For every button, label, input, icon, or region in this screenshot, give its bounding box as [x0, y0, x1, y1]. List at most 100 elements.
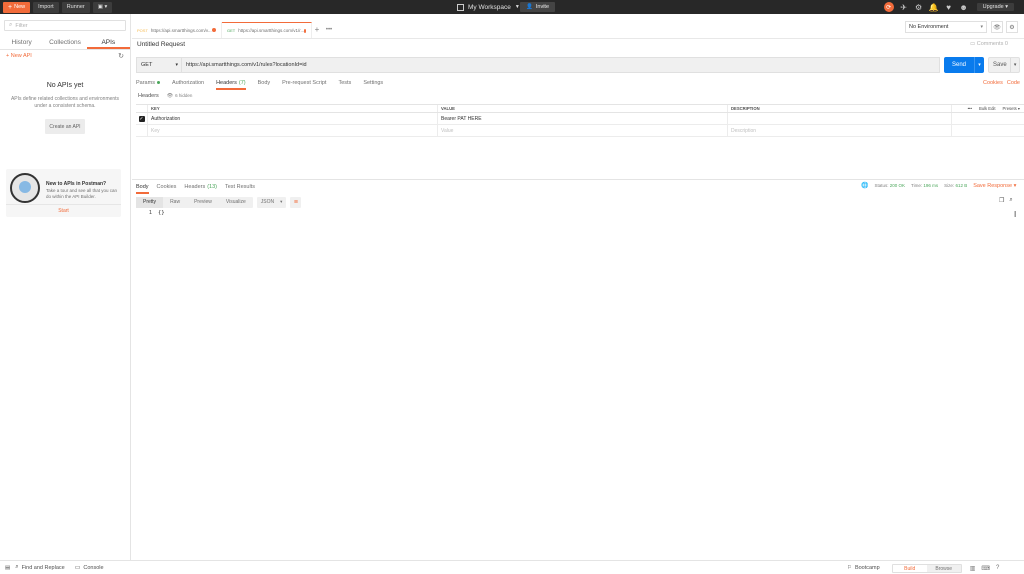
view-raw[interactable]: Raw [163, 197, 187, 208]
environment-select[interactable]: No Environment ▾ [905, 21, 987, 33]
console-button[interactable]: ▭ Console [74, 564, 104, 572]
text-cursor-icon: I [1014, 210, 1017, 219]
headers-table: KEY VALUE DESCRIPTION ••• Bulk Edit Pres… [136, 104, 1024, 137]
runner-button[interactable]: Runner [61, 1, 90, 13]
globe-icon[interactable]: 🌐 [861, 182, 868, 189]
description-cell[interactable] [728, 113, 952, 124]
more-tabs-icon[interactable]: ••• [322, 22, 336, 38]
avatar-icon[interactable]: ☻ [959, 2, 969, 12]
tab-collections[interactable]: Collections [43, 37, 86, 49]
chevron-down-icon[interactable]: ▾ [1010, 58, 1019, 72]
find-replace-button[interactable]: ⌕ Find and Replace [15, 564, 65, 571]
promo-start-link[interactable]: Start [6, 204, 121, 214]
tab-apis[interactable]: APIs [86, 37, 130, 49]
key-cell[interactable]: Authorization [148, 113, 438, 124]
bulk-edit-link[interactable]: Bulk Edit [979, 106, 996, 111]
value-input[interactable]: Value [438, 125, 728, 136]
bootcamp-button[interactable]: ⚐ Bootcamp [847, 565, 880, 571]
settings-icon[interactable]: ⚙ [914, 2, 924, 12]
save-button[interactable]: Save ▾ [988, 57, 1020, 73]
url-input[interactable]: https://api.smartthings.com/v1/rules?loc… [182, 57, 940, 73]
gear-icon[interactable]: ⚙ [1006, 21, 1018, 33]
view-mode-group: Pretty Raw Preview Visualize [136, 196, 253, 208]
build-mode-button[interactable]: Build [892, 564, 927, 572]
row-checkbox[interactable]: ✓ [136, 113, 148, 124]
bell-icon[interactable]: 🔔 [929, 2, 939, 12]
value-cell[interactable]: Bearer PAT HERE [438, 113, 728, 124]
copy-icon[interactable]: ❐ [999, 197, 1004, 204]
tab-response-headers[interactable]: Headers (13) [184, 182, 217, 194]
new-button[interactable]: + New [3, 1, 31, 13]
create-api-button[interactable]: Create an API [45, 119, 85, 134]
code-link[interactable]: Code [1007, 80, 1020, 86]
filter-input[interactable]: ⌕ Filter [4, 20, 126, 31]
presets-dropdown[interactable]: Presets ▾ [1003, 106, 1020, 111]
tab-url: https://api.smartthings.com/v1/r... [238, 28, 305, 33]
view-pretty[interactable]: Pretty [136, 196, 164, 208]
tab-method: POST [137, 27, 148, 33]
new-window-button[interactable]: ▣ ▾ [92, 1, 113, 13]
hidden-headers-toggle[interactable]: 👁 6 hidden [167, 93, 193, 99]
checkmark-icon: ✓ [138, 115, 145, 122]
tab-response-cookies[interactable]: Cookies [157, 182, 177, 194]
workspace-switcher[interactable]: My Workspace ▼ [457, 2, 520, 12]
search-icon[interactable]: ⌕ [1009, 197, 1012, 204]
tab-prerequest-script[interactable]: Pre-request Script [282, 78, 326, 90]
window-icon: ▣ ▾ [97, 4, 108, 10]
cookies-link[interactable]: Cookies [983, 80, 1003, 86]
chevron-down-icon[interactable]: ▾ [974, 57, 984, 73]
more-icon[interactable]: ••• [968, 106, 972, 111]
new-api-button[interactable]: + New API [6, 53, 32, 59]
description-input[interactable]: Description [728, 125, 952, 136]
method-select[interactable]: GET ▾ [136, 57, 182, 73]
tab-tests[interactable]: Tests [338, 78, 351, 90]
save-response-label: Save Response [973, 182, 1013, 189]
key-input[interactable]: Key [148, 125, 438, 136]
upgrade-button[interactable]: Upgrade ▾ [976, 3, 1014, 11]
tab-body[interactable]: Body [258, 78, 271, 90]
eye-icon[interactable]: 👁 [991, 21, 1003, 33]
tab-test-results[interactable]: Test Results [225, 182, 255, 194]
search-icon: ⌕ [9, 22, 13, 28]
format-label: JSON [260, 199, 275, 205]
size-value: 612 B [955, 183, 968, 188]
format-select[interactable]: JSON ▾ [256, 196, 287, 208]
column-value: VALUE [438, 105, 728, 112]
tab-history[interactable]: History [0, 37, 43, 49]
save-response-button[interactable]: Save Response ▾ [973, 183, 1016, 189]
tab-params[interactable]: Params [136, 78, 160, 90]
params-label: Params [136, 80, 155, 86]
refresh-icon[interactable]: ↻ [118, 52, 124, 60]
response-divider[interactable] [132, 179, 1024, 180]
request-tab-active[interactable]: GET https://api.smartthings.com/v1/r... [222, 22, 312, 38]
tab-settings[interactable]: Settings [363, 78, 383, 90]
view-visualize[interactable]: Visualize [219, 197, 253, 208]
tab-authorization[interactable]: Authorization [172, 78, 204, 90]
sync-icon[interactable]: ⟳ [883, 2, 894, 12]
request-title[interactable]: Untitled Request [137, 41, 185, 48]
heart-icon[interactable]: ♥ [944, 2, 954, 12]
comments-button[interactable]: ▭ Comments 0 [970, 41, 1008, 47]
keyboard-icon[interactable]: ⌨ [981, 565, 990, 572]
tab-response-body[interactable]: Body [136, 182, 149, 194]
interceptor-icon[interactable]: ✈ [899, 2, 909, 12]
import-button[interactable]: Import [33, 1, 59, 13]
sidebar-toggle-icon[interactable]: ▤ [5, 565, 10, 571]
help-icon[interactable]: ? [996, 565, 999, 572]
request-links: Cookies Code [983, 80, 1020, 86]
send-button[interactable]: Send ▾ [944, 57, 984, 73]
find-replace-label: Find and Replace [21, 564, 65, 571]
response-headers-count: (13) [207, 184, 217, 190]
response-headers-label: Headers [184, 184, 206, 190]
tab-headers[interactable]: Headers (7) [216, 78, 246, 90]
row-actions [952, 113, 1024, 124]
response-code[interactable]: 1 {} [136, 210, 1024, 216]
console-icon: ▭ [74, 565, 81, 571]
invite-button[interactable]: 👤 Invite [520, 2, 556, 12]
add-tab-button[interactable]: + [312, 22, 322, 38]
browse-mode-button[interactable]: Browse [926, 564, 961, 572]
request-tab[interactable]: POST https://api.smartthings.com/v... [132, 22, 222, 38]
wrap-lines-icon[interactable]: ≡ [290, 196, 302, 208]
view-preview[interactable]: Preview [187, 197, 219, 208]
layout-icon[interactable]: ▥ [970, 565, 976, 572]
